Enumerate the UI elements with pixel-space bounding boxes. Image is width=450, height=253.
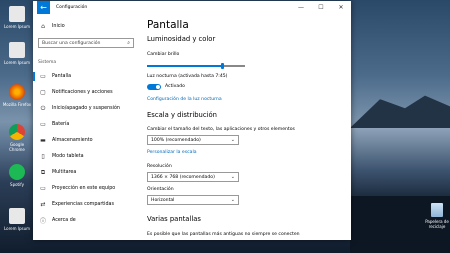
notifications-icon: ▢: [40, 89, 46, 96]
minimize-button[interactable]: —: [291, 1, 311, 14]
night-light-state: Activado: [165, 84, 185, 89]
scale-dropdown[interactable]: 100% (recomendado) ⌄: [147, 135, 239, 145]
document-icon: [9, 208, 25, 224]
slider-track: [222, 65, 245, 67]
brightness-slider[interactable]: [147, 63, 245, 69]
orientation-dropdown[interactable]: Horizontal ⌄: [147, 195, 239, 205]
sidebar-item-acerca-de[interactable]: ⓘ Acerca de: [33, 215, 141, 226]
settings-window: ← Configuración — ☐ ✕ ⌂ Inicio Buscar un…: [33, 1, 351, 240]
back-icon[interactable]: ←: [37, 1, 50, 14]
desktop-icon-file-3[interactable]: Lorem Ipsum: [2, 208, 32, 231]
sidebar-item-bateria[interactable]: ▭ Batería: [33, 119, 141, 130]
sidebar-item-proyeccion[interactable]: ▭ Proyección en este equipo: [33, 183, 141, 194]
multitask-icon: ⧉: [40, 168, 46, 176]
document-icon: [9, 6, 25, 22]
sidebar-item-almacenamiento[interactable]: ▬ Almacenamiento: [33, 135, 141, 146]
monitor-icon: ▭: [40, 73, 46, 80]
chevron-down-icon: ⌄: [230, 197, 235, 203]
chevron-down-icon: ⌄: [230, 137, 235, 143]
search-icon: ⌕: [127, 40, 130, 46]
brightness-label: Cambiar brillo: [147, 52, 180, 57]
title-bar: ← Configuración — ☐ ✕: [33, 1, 351, 14]
orientation-label: Orientación: [147, 187, 174, 192]
battery-icon: ▭: [40, 121, 46, 128]
brightness-heading: Luminosidad y color: [147, 35, 216, 43]
selection-indicator: [33, 72, 35, 81]
sidebar-item-modo-tableta[interactable]: ▯ Modo tableta: [33, 151, 141, 162]
power-icon: ⏻: [40, 104, 46, 112]
sidebar-item-inicio-apagado[interactable]: ⏻ Inicio/apagado y suspensión: [33, 103, 141, 114]
main-content: Pantalla Luminosidad y color Cambiar bri…: [141, 14, 351, 240]
sidebar: ⌂ Inicio Buscar una configuración ⌕ Sist…: [33, 14, 141, 240]
projection-icon: ▭: [40, 185, 46, 192]
firefox-icon: [9, 84, 25, 100]
night-light-toggle[interactable]: [147, 84, 161, 90]
desktop-icon-file-1[interactable]: Lorem Ipsum: [2, 6, 32, 29]
slider-thumb[interactable]: [221, 63, 224, 69]
night-light-label: Luz nocturna (activada hasta 7:45): [147, 74, 228, 79]
multiple-displays-text: Es posible que las pantallas más antigua…: [147, 232, 300, 237]
resolution-dropdown[interactable]: 1366 × 768 (recomendado) ⌄: [147, 172, 239, 182]
desktop-icon-recycle-bin[interactable]: Papelera de reciclaje: [422, 203, 450, 229]
window-controls: — ☐ ✕: [291, 1, 351, 14]
resolution-label: Resolución: [147, 164, 172, 169]
night-light-settings-link[interactable]: Configuración de la luz nocturna: [147, 97, 222, 102]
sidebar-item-multitarea[interactable]: ⧉ Multitarea: [33, 167, 141, 178]
info-icon: ⓘ: [39, 218, 46, 225]
search-input[interactable]: Buscar una configuración ⌕: [38, 38, 134, 48]
spotify-icon: [9, 164, 25, 180]
multiple-displays-heading: Varias pantallas: [147, 215, 201, 223]
window-title: Configuración: [56, 5, 88, 10]
tablet-icon: ▯: [41, 153, 45, 160]
slider-fill: [147, 65, 222, 67]
sidebar-section-label: Sistema: [38, 60, 57, 65]
desktop-icon-chrome[interactable]: Google Chrome: [2, 124, 32, 152]
sidebar-item-pantalla[interactable]: ▭ Pantalla: [33, 71, 141, 82]
desktop-icon-spotify[interactable]: Spotify: [2, 164, 32, 187]
shared-icon: ⇄: [40, 201, 46, 208]
chrome-icon: [9, 124, 25, 140]
desktop-icon-file-2[interactable]: Lorem Ipsum: [2, 42, 32, 65]
toggle-knob: [156, 85, 160, 89]
sidebar-item-home[interactable]: ⌂ Inicio: [33, 21, 141, 32]
recycle-bin-icon: [431, 203, 443, 217]
home-icon: ⌂: [41, 23, 45, 30]
desktop-icon-firefox[interactable]: Mozilla Firefox: [2, 84, 32, 107]
sidebar-item-experiencias[interactable]: ⇄ Experiencias compartidas: [33, 199, 141, 210]
close-button[interactable]: ✕: [331, 1, 351, 14]
scale-heading: Escala y distribución: [147, 111, 217, 119]
wallpaper-lake: [350, 128, 450, 198]
maximize-button[interactable]: ☐: [311, 1, 331, 14]
scale-label: Cambiar el tamaño del texto, las aplicac…: [147, 127, 295, 132]
storage-icon: ▬: [40, 137, 46, 144]
custom-scale-link[interactable]: Personalizar la escala: [147, 150, 197, 155]
page-title: Pantalla: [147, 19, 189, 31]
document-icon: [9, 42, 25, 58]
sidebar-item-notificaciones[interactable]: ▢ Notificaciones y acciones: [33, 87, 141, 98]
wallpaper-mountains: [350, 95, 450, 128]
chevron-down-icon: ⌄: [230, 174, 235, 180]
